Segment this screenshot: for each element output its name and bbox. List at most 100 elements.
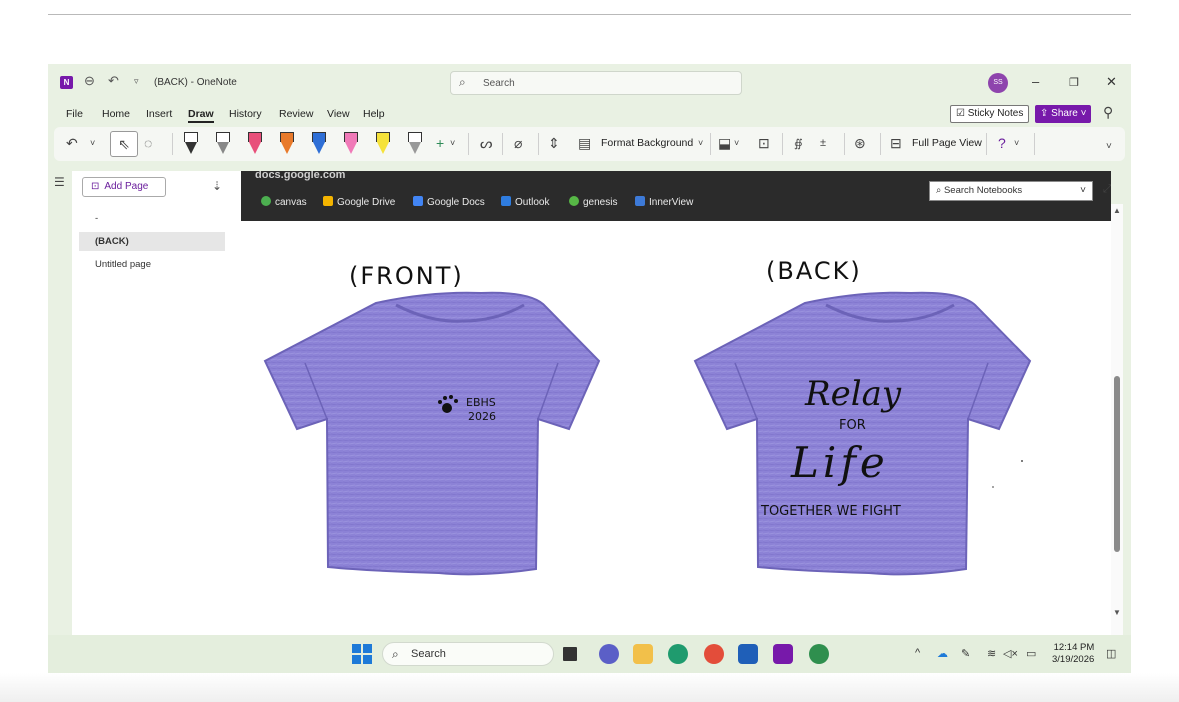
back-title: (BACK)	[766, 257, 862, 285]
windows-taskbar: ⌕ Search ^ ☁ ✎ ≋ ◁× ▭ 12:14 PM 3/19/2026 …	[48, 635, 1131, 673]
onedrive-icon[interactable]: ☁	[937, 647, 948, 660]
vertical-scroll-thumb[interactable]	[1114, 376, 1120, 552]
minimize-button[interactable]: –	[1032, 74, 1039, 89]
full-page-view-button[interactable]: Full Page View	[912, 137, 982, 149]
ribbon-separator	[880, 133, 881, 155]
outlook-icon	[501, 196, 511, 206]
ink-to-math-icon[interactable]: ∯	[794, 137, 803, 150]
start-button[interactable]	[352, 644, 372, 664]
ribbon-separator	[1034, 133, 1035, 155]
insert-space-icon[interactable]: ⇕	[548, 135, 560, 152]
text-pen-icon[interactable]	[216, 132, 230, 156]
sticky-notes-icon: ☑	[956, 108, 968, 119]
shapes-chevron-icon[interactable]: ˅	[734, 138, 739, 148]
share-chevron-icon: ˅	[1077, 108, 1087, 119]
google-drive-icon	[323, 196, 333, 206]
edge-icon[interactable]	[668, 644, 688, 664]
notifications-icon[interactable]: ◫	[1106, 647, 1116, 660]
avatar[interactable]: SS	[988, 73, 1008, 93]
menu-draw[interactable]: Draw	[188, 108, 214, 123]
white-pen-icon[interactable]	[408, 132, 422, 156]
page-item-untitled[interactable]: Untitled page	[79, 255, 225, 274]
menu-file[interactable]: File	[66, 108, 83, 120]
paw-print-icon	[442, 403, 452, 413]
shapes-icon[interactable]: ⬓	[718, 135, 731, 152]
page-item-dash[interactable]: -	[79, 209, 225, 228]
ink-replay-icon[interactable]: ⊛	[854, 135, 866, 152]
scroll-down-icon[interactable]: ▼	[1113, 608, 1121, 617]
eraser-pen-icon[interactable]	[184, 132, 198, 156]
tray-overflow-icon[interactable]: ^	[915, 647, 920, 659]
blue-pen-icon[interactable]	[312, 132, 326, 156]
hamburger-icon[interactable]: ☰	[54, 175, 65, 189]
yellow-highlighter-icon[interactable]	[376, 132, 390, 156]
pink-highlighter-icon[interactable]	[344, 132, 358, 156]
help-chevron-icon[interactable]: ˅	[1014, 138, 1019, 148]
clock[interactable]: 12:14 PM 3/19/2026	[1052, 642, 1094, 666]
format-background-button[interactable]: Format Background	[601, 137, 693, 149]
undo-icon[interactable]: ↶	[108, 73, 119, 89]
format-background-chevron-icon[interactable]: ˅	[698, 138, 703, 148]
sticky-notes-button[interactable]: ☑ Sticky Notes	[950, 105, 1030, 123]
add-pen-chevron-icon[interactable]: ˅	[450, 138, 455, 148]
ribbon-collapse-icon[interactable]: ˅	[1106, 141, 1112, 152]
menu-home[interactable]: Home	[102, 108, 130, 120]
orange-pen-icon[interactable]	[280, 132, 294, 156]
canvas-icon	[261, 196, 271, 206]
back-text-life: Life	[790, 438, 889, 487]
page-item-back[interactable]: (BACK)	[79, 232, 225, 251]
menu-insert[interactable]: Insert	[146, 108, 172, 120]
menu-view[interactable]: View	[327, 108, 350, 120]
math-icon[interactable]: ±	[820, 137, 826, 149]
select-tool-icon[interactable]: ⇖	[110, 131, 138, 157]
format-background-icon[interactable]: ▤	[578, 135, 591, 152]
onenote-taskbar-icon[interactable]	[773, 644, 793, 664]
back-icon[interactable]: ⊖	[84, 73, 95, 89]
pen-icon[interactable]: ✎	[961, 647, 970, 660]
store-icon[interactable]	[738, 644, 758, 664]
page-canvas[interactable]: docs.google.com canvas Google Drive Goog…	[241, 171, 1111, 673]
help-icon[interactable]: ?	[998, 135, 1006, 151]
close-button[interactable]: ✕	[1106, 74, 1117, 90]
share-button[interactable]: ⇪ Share ˅	[1035, 105, 1092, 123]
add-page-button[interactable]: ⊡ Add Page	[82, 177, 166, 197]
scroll-up-icon[interactable]: ▲	[1113, 206, 1121, 215]
add-pen-icon[interactable]: +	[436, 135, 444, 151]
menu-help[interactable]: Help	[363, 108, 385, 120]
front-title: (FRONT)	[349, 262, 464, 290]
taskbar-search[interactable]: ⌕ Search	[382, 642, 554, 666]
onenote-app-icon: N	[60, 76, 73, 89]
back-text-together-we-fight: TOGETHER WE FIGHT	[760, 504, 901, 519]
sort-icon[interactable]: ⇣	[212, 179, 222, 193]
vertical-scrollbar[interactable]: ▲ ▼	[1111, 204, 1123, 666]
ink-to-shape-icon[interactable]: ᔕ	[480, 135, 492, 152]
undo-chevron-icon[interactable]: ˅	[90, 138, 95, 148]
front-tshirt: EBHS 2026	[263, 291, 601, 576]
search-box[interactable]: ⌕ Search	[450, 71, 742, 95]
battery-icon[interactable]: ▭	[1026, 647, 1036, 660]
lasso-select-icon[interactable]: ◌	[144, 135, 152, 151]
task-view-icon[interactable]	[563, 647, 577, 661]
ink-to-text-icon[interactable]: ⊡	[758, 135, 770, 152]
teams-icon[interactable]	[599, 644, 619, 664]
restore-button[interactable]: ❐	[1069, 76, 1079, 89]
file-explorer-icon[interactable]	[633, 644, 653, 664]
pink-pen-icon[interactable]	[248, 132, 262, 156]
wifi-icon[interactable]: ≋	[987, 647, 996, 660]
undo-icon[interactable]: ↶	[66, 135, 78, 152]
menu-review[interactable]: Review	[279, 108, 313, 120]
feedback-icon[interactable]: ⚲	[1103, 104, 1113, 121]
menu-history[interactable]: History	[229, 108, 262, 120]
bookmark-innerview: InnerView	[635, 196, 693, 208]
add-page-label: Add Page	[104, 181, 149, 192]
ribbon-separator	[538, 133, 539, 155]
expand-icon[interactable]: ⤢	[1103, 183, 1111, 196]
search-notebooks-input[interactable]: ⌕ Search Notebooks ˅	[929, 181, 1093, 201]
chrome-icon[interactable]	[704, 644, 724, 664]
quick-access-chevron-icon[interactable]: ▿	[134, 76, 139, 87]
bookmark-outlook: Outlook	[501, 196, 549, 208]
volume-icon[interactable]: ◁×	[1003, 647, 1018, 660]
full-page-view-icon[interactable]: ⊟	[890, 135, 902, 152]
ruler-icon[interactable]: ⌀	[514, 135, 522, 152]
chrome-profile-icon[interactable]	[809, 644, 829, 664]
